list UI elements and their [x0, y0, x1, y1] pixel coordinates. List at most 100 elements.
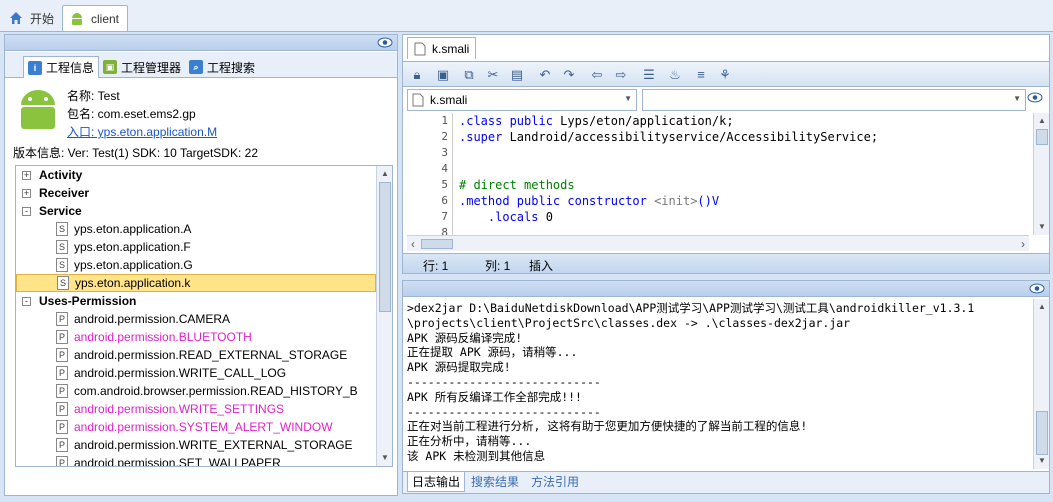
list-icon[interactable]: ≡ [693, 67, 709, 83]
copy-icon[interactable]: ⧉ [461, 67, 477, 83]
tab-method-references[interactable]: 方法引用 [527, 472, 583, 492]
tree-item[interactable]: Pandroid.permission.WRITE_SETTINGS [16, 400, 376, 418]
permission-icon: P [56, 348, 68, 362]
smali-file-icon: S [56, 222, 68, 236]
scroll-down-icon[interactable]: ▼ [1036, 221, 1048, 233]
tree-group[interactable]: + Activity [16, 166, 376, 184]
tree-group[interactable]: - Service [16, 202, 376, 220]
cut-icon[interactable]: ✂ [485, 67, 501, 83]
tree-item[interactable]: Syps.eton.application.F [16, 238, 376, 256]
tree-item-label: android.permission.WRITE_EXTERNAL_STORAG… [74, 438, 353, 452]
paste-icon[interactable]: ▤ [509, 67, 525, 83]
code-line: .super Landroid/accessibilityservice/Acc… [459, 129, 878, 145]
tree-item[interactable]: Syps.eton.application.A [16, 220, 376, 238]
tree-item[interactable]: Syps.eton.application.G [16, 256, 376, 274]
scroll-right-icon[interactable]: › [1021, 237, 1025, 251]
tree-item[interactable]: Pandroid.permission.BLUETOOTH [16, 328, 376, 346]
tree-item[interactable]: Pandroid.permission.WRITE_EXTERNAL_STORA… [16, 436, 376, 454]
scroll-down-icon[interactable]: ▼ [1036, 455, 1048, 467]
eye-icon[interactable] [1029, 283, 1045, 294]
code-token: <init> [646, 194, 698, 208]
tree-item-label: android.permission.READ_EXTERNAL_STORAGE [74, 348, 348, 362]
code-hscrollbar[interactable]: ‹ › [407, 235, 1029, 251]
file-icon [414, 42, 426, 55]
tree-group[interactable]: + Receiver [16, 184, 376, 202]
manifest-tree: + Activity + Receiver - Service Syps.eton.appl… [15, 165, 393, 467]
tree-item-label: android.permission.WRITE_SETTINGS [74, 402, 285, 416]
expand-icon[interactable]: + [22, 188, 31, 198]
tab-project-manager[interactable]: ▣ 工程管理器 [99, 56, 185, 78]
log-scrollbar[interactable]: ▲ ▼ [1033, 299, 1049, 469]
line-number: 6 [441, 194, 448, 207]
tree-item[interactable]: Pcom.android.browser.permission.READ_HIS… [16, 382, 376, 400]
save-icon[interactable]: ▣ [435, 67, 451, 83]
expand-icon[interactable]: + [22, 170, 31, 180]
tree-item[interactable]: Pandroid.permission.WRITE_CALL_LOG [16, 364, 376, 382]
log-line: ---------------------------- [407, 404, 601, 419]
info-icon: i [28, 60, 42, 75]
code-area[interactable]: 1 2 3 4 5 6 7 8 .class public Lyps/eton/applica… [407, 113, 1029, 235]
code-vscrollbar[interactable]: ▲ ▼ [1033, 113, 1049, 235]
permission-icon: P [56, 330, 68, 344]
tab-start[interactable]: 开始 [2, 5, 62, 31]
tab-project-search[interactable]: ⌕ 工程搜索 [185, 56, 259, 78]
file-select[interactable]: k.smali ▼ [407, 89, 637, 111]
tree-item-label: android.permission.WRITE_CALL_LOG [74, 366, 287, 380]
tab-client[interactable]: client [62, 5, 129, 31]
app-entry-link[interactable]: 入口: yps.eton.application.M [67, 123, 217, 140]
tree-item[interactable]: Pandroid.permission.SET_WALLPAPER [16, 454, 376, 466]
editor-status-bar: 行: 1 列: 1 插入 [403, 253, 1049, 273]
scroll-left-icon[interactable]: ‹ [411, 237, 415, 251]
redo-icon[interactable]: ↷ [561, 67, 577, 83]
log-line: >dex2jar D:\BaiduNetdiskDownload\APP测试学习… [407, 301, 975, 315]
tab-project-info[interactable]: i 工程信息 [23, 56, 100, 78]
tree-scrollbar[interactable]: ▲ ▼ [376, 166, 392, 466]
tree-item[interactable]: Pandroid.permission.SYSTEM_ALERT_WINDOW [16, 418, 376, 436]
line-number: 4 [441, 162, 448, 175]
scroll-up-icon[interactable]: ▲ [1036, 115, 1048, 127]
permission-icon: P [56, 420, 68, 434]
format-icon[interactable]: ☰ [641, 67, 657, 83]
forward-icon[interactable]: ⇨ [613, 67, 629, 83]
lock-icon[interactable]: 🔒︎ [409, 67, 425, 83]
undo-icon[interactable]: ↶ [537, 67, 553, 83]
tab-search-results[interactable]: 搜索结果 [467, 472, 523, 492]
tab-project-info-label: 工程信息 [46, 61, 95, 75]
hscroll-thumb[interactable] [421, 239, 453, 249]
log-line: 正在提取 APK 源码，请稍等... [407, 345, 578, 360]
code-line: .class public Lyps/eton/application/k; [459, 113, 734, 129]
scroll-thumb[interactable] [1036, 411, 1048, 455]
tree-group[interactable]: - Uses-Permission [16, 292, 376, 310]
project-panel-header [5, 35, 397, 51]
tree-item-label: yps.eton.application.F [74, 240, 191, 254]
tab-log-output[interactable]: 日志输出 [407, 472, 466, 492]
scroll-thumb[interactable] [379, 182, 391, 312]
tree-item[interactable]: Pandroid.permission.READ_EXTERNAL_STORAG… [16, 346, 376, 364]
tree-item-label: android.permission.CAMERA [74, 312, 231, 326]
android-icon[interactable]: ⚘ [717, 67, 733, 83]
java-icon[interactable]: ♨ [667, 67, 683, 83]
code-token: .locals [459, 210, 539, 224]
tree-item[interactable]: Syps.eton.application.k [16, 274, 376, 292]
collapse-icon[interactable]: - [22, 296, 31, 306]
collapse-icon[interactable]: - [22, 206, 31, 216]
back-icon[interactable]: ⇦ [589, 67, 605, 83]
eye-icon[interactable] [377, 37, 393, 48]
editor-toolbar: 🔒︎ ▣ ⧉ ✂ ▤ ↶ ↷ ⇦ ⇨ ☰ ♨ ≡ ⚘ [403, 61, 1049, 103]
log-line: APK 源码反编译完成! [407, 330, 523, 345]
scroll-up-icon[interactable]: ▲ [379, 168, 391, 180]
log-output[interactable]: >dex2jar D:\BaiduNetdiskDownload\APP测试学习… [407, 301, 1031, 469]
chevron-down-icon: ▼ [624, 94, 632, 103]
code-token: # direct methods [459, 178, 575, 192]
member-select[interactable]: ▼ [642, 89, 1026, 111]
scroll-thumb[interactable] [1036, 129, 1048, 145]
code-token: .super [459, 130, 503, 144]
scroll-up-icon[interactable]: ▲ [1036, 301, 1048, 313]
editor-tab[interactable]: k.smali [407, 37, 477, 59]
scroll-down-icon[interactable]: ▼ [379, 452, 391, 464]
eye-icon[interactable] [1027, 92, 1043, 103]
android-icon [72, 12, 82, 25]
line-number: 2 [441, 130, 448, 143]
code-line: # direct methods [459, 177, 575, 193]
tree-item[interactable]: Pandroid.permission.CAMERA [16, 310, 376, 328]
